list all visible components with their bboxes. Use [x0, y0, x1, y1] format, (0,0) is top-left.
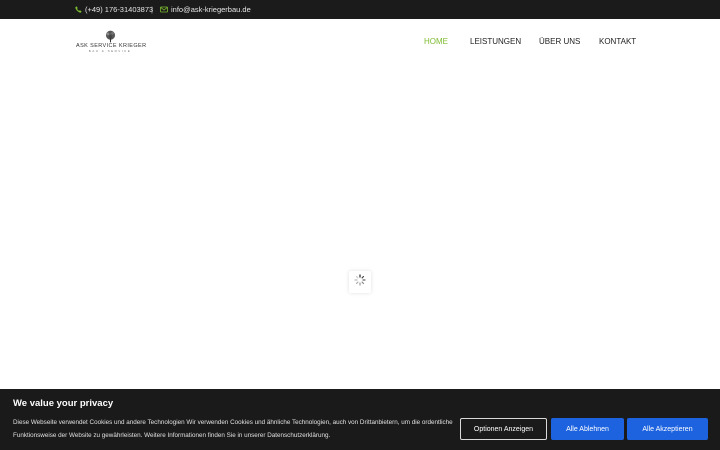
- nav-item-kontakt-label[interactable]: KONTAKT: [599, 37, 636, 46]
- show-options-button[interactable]: Optionen Anzeigen: [460, 418, 547, 440]
- nav-item-ueber-uns[interactable]: ÜBER UNS: [539, 19, 580, 64]
- email-address: info@ask-kriegerbau.de: [171, 5, 251, 14]
- phone-link[interactable]: (+49) 176-31403873: [75, 0, 153, 19]
- spinner-icon: [354, 273, 366, 291]
- logo-tagline: BAU & SERVICE: [88, 49, 132, 53]
- email-link[interactable]: info@ask-kriegerbau.de: [160, 0, 251, 19]
- cookie-description: Diese Webseite verwendet Cookies und and…: [13, 419, 453, 439]
- nav-item-ueber-uns-label[interactable]: ÜBER UNS: [539, 37, 580, 46]
- page: (+49) 176-31403873 | info@ask-kriegerbau…: [0, 0, 720, 450]
- nav-item-home-label[interactable]: HOME: [424, 37, 448, 46]
- envelope-icon: [160, 6, 168, 13]
- accept-all-button[interactable]: Alle Akzeptieren: [627, 418, 708, 440]
- nav-item-leistungen[interactable]: LEISTUNGEN: [470, 19, 521, 64]
- nav-item-leistungen-label[interactable]: LEISTUNGEN: [470, 37, 521, 46]
- cookie-title: We value your privacy: [13, 398, 114, 409]
- contact-separator: |: [151, 5, 153, 14]
- site-logo[interactable]: ASK SERVICE KRIEGER BAU & SERVICE: [76, 30, 146, 54]
- nav-item-home[interactable]: HOME: [424, 19, 448, 64]
- loading-indicator: [349, 271, 371, 293]
- nav-item-kontakt[interactable]: KONTAKT: [599, 19, 636, 64]
- site-header: ASK SERVICE KRIEGER BAU & SERVICE HOME L…: [0, 19, 720, 64]
- reject-all-button[interactable]: Alle Ablehnen: [551, 418, 624, 440]
- cookie-consent-banner: We value your privacy Diese Webseite ver…: [0, 389, 720, 450]
- phone-number: (+49) 176-31403873: [85, 5, 154, 14]
- top-contact-bar: (+49) 176-31403873 | info@ask-kriegerbau…: [0, 0, 720, 19]
- phone-icon: [75, 6, 82, 13]
